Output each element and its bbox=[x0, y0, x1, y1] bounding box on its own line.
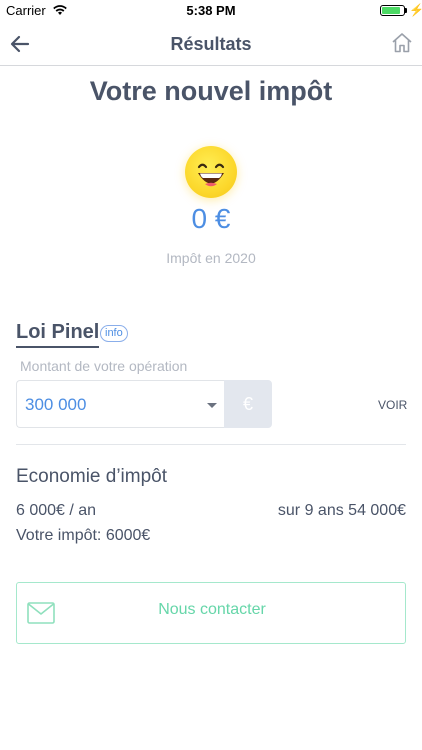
home-icon bbox=[392, 33, 412, 53]
amount-select-value: 300 000 bbox=[25, 395, 87, 414]
voir-button[interactable]: VOIR bbox=[378, 398, 407, 412]
clock: 5:38 PM bbox=[186, 3, 236, 18]
info-button[interactable]: info bbox=[100, 325, 128, 342]
amount-field-label: Montant de votre opération bbox=[20, 358, 188, 374]
caret-down-icon bbox=[207, 403, 217, 408]
contact-label: Nous contacter bbox=[158, 601, 266, 618]
currency-unit: € bbox=[224, 380, 272, 428]
battery-icon bbox=[380, 5, 405, 16]
tax-caption: Impôt en 2020 bbox=[166, 250, 256, 266]
battery-tip bbox=[405, 8, 407, 13]
page-title: Votre nouvel impôt bbox=[89, 76, 333, 106]
economie-per-year: 6 000€ / an bbox=[16, 502, 97, 519]
status-bar: Carrier 5:38 PM ⚡ bbox=[0, 0, 422, 22]
battery-level bbox=[382, 7, 400, 14]
section-title-loi-pinel: Loi Pinel bbox=[16, 321, 100, 348]
amount-select[interactable]: 300 000 bbox=[16, 380, 224, 428]
navigation-bar: Résultats bbox=[0, 22, 422, 66]
grinning-face-icon bbox=[185, 146, 237, 198]
contact-button[interactable]: Nous contacter bbox=[16, 582, 406, 644]
nav-title: Résultats bbox=[170, 34, 252, 54]
home-button[interactable] bbox=[390, 31, 414, 55]
divider bbox=[16, 444, 406, 445]
economie-total: sur 9 ans 54 000€ bbox=[277, 502, 406, 519]
economie-title: Economie d’impôt bbox=[16, 466, 168, 487]
tax-amount: 0 € bbox=[191, 203, 231, 234]
charging-bolt-icon: ⚡ bbox=[409, 3, 422, 17]
economie-your-tax: Votre impôt: 6000€ bbox=[16, 527, 151, 544]
